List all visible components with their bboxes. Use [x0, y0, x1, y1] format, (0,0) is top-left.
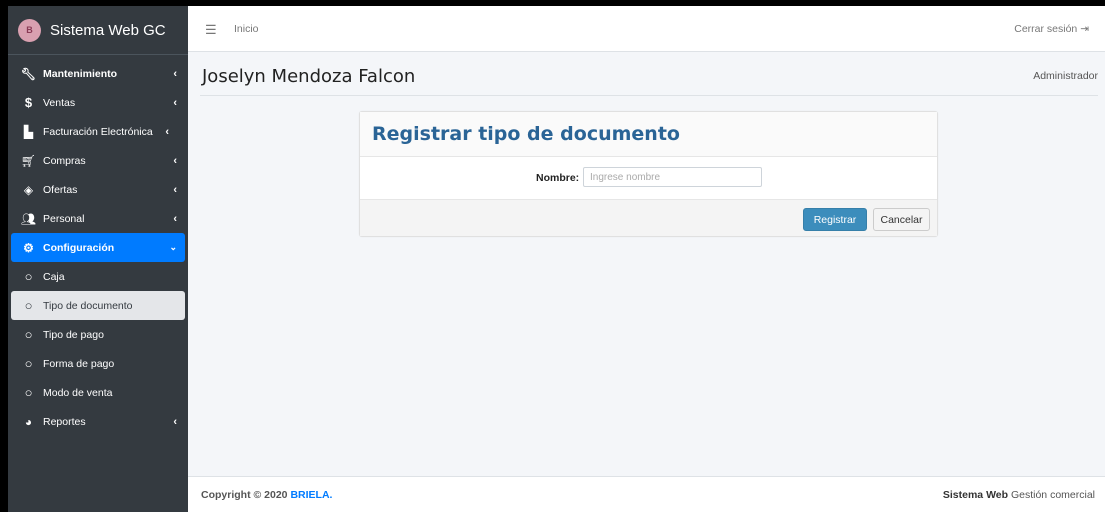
- chevron-left-icon: ‹: [165, 125, 169, 138]
- sidebar-item-compras[interactable]: 🛒︎ Compras ‹: [11, 146, 185, 175]
- screen-border-left: [0, 0, 8, 512]
- user-role: Administrador: [1033, 70, 1098, 82]
- company-link[interactable]: BRIELA.: [290, 489, 332, 501]
- wrench-icon: 🔧︎: [20, 66, 37, 81]
- card-body: Nombre:: [360, 157, 937, 199]
- sidebar-item-label: Ventas: [43, 96, 76, 109]
- sidebar-item-tipo-pago[interactable]: ○ Tipo de pago: [11, 320, 185, 349]
- register-document-type-card: Registrar tipo de documento Nombre: Regi…: [359, 111, 938, 237]
- footer-app-name: Sistema Web Gestión comercial: [943, 489, 1095, 501]
- menu-toggle-icon[interactable]: ☰: [205, 22, 217, 38]
- sidebar-item-label: Compras: [43, 154, 86, 167]
- circle-icon: ○: [24, 327, 33, 342]
- dollar-icon: $: [24, 95, 33, 110]
- name-input[interactable]: [583, 167, 762, 187]
- sidebar-item-label: Reportes: [43, 415, 86, 428]
- sidebar-item-forma-pago[interactable]: ○ Forma de pago: [11, 349, 185, 378]
- sidebar-item-label: Forma de pago: [43, 357, 115, 370]
- footer-app-bold: Sistema Web: [942, 489, 1009, 501]
- brand-name: Sistema Web GC: [50, 21, 166, 39]
- circle-icon: ○: [24, 298, 33, 313]
- brand-link[interactable]: B Sistema Web GC: [8, 6, 188, 55]
- sidebar-item-label: Mantenimiento: [43, 67, 118, 80]
- sidebar-item-label: Ofertas: [43, 183, 78, 196]
- top-navbar: ☰ Inicio Cerrar sesión ⇥: [188, 6, 1105, 52]
- user-name: Joselyn Mendoza Falcon: [202, 66, 416, 87]
- footer-app-text: Gestión comercial: [1008, 489, 1095, 501]
- chevron-left-icon: ‹: [173, 67, 177, 80]
- cart-icon: 🛒︎: [20, 153, 37, 168]
- sidebar-item-configuracion[interactable]: ⚙︎ Configuración ⌄: [11, 233, 185, 262]
- sidebar-item-ofertas[interactable]: ◈ Ofertas ‹: [11, 175, 185, 204]
- users-icon: 👥︎: [20, 211, 37, 226]
- sidebar-item-label: Tipo de documento: [43, 299, 133, 312]
- card-header: Registrar tipo de documento: [360, 112, 937, 157]
- circle-icon: ○: [24, 385, 33, 400]
- sidebar-item-modo-venta[interactable]: ○ Modo de venta: [11, 378, 185, 407]
- home-link[interactable]: Inicio: [234, 23, 259, 35]
- sidebar-item-mantenimiento[interactable]: 🔧︎ Mantenimiento ‹: [11, 59, 185, 88]
- tags-icon: ◈: [23, 182, 34, 197]
- sidebar-item-label: Tipo de pago: [43, 328, 104, 341]
- sidebar-item-personal[interactable]: 👥︎ Personal ‹: [11, 204, 185, 233]
- sidebar-item-tipo-documento[interactable]: ○ Tipo de documento: [11, 291, 185, 320]
- sidebar: B Sistema Web GC 🔧︎ Mantenimiento ‹ $ Ve…: [8, 6, 188, 512]
- sidebar-nav: 🔧︎ Mantenimiento ‹ $ Ventas ‹ ▙ Facturac…: [8, 55, 188, 436]
- cancel-button[interactable]: Cancelar: [873, 208, 930, 231]
- sidebar-item-caja[interactable]: ○ Caja: [11, 262, 185, 291]
- circle-icon: ○: [24, 356, 33, 371]
- sidebar-item-label: Personal: [43, 212, 85, 225]
- content-header: Joselyn Mendoza Falcon Administrador: [200, 62, 1098, 96]
- register-button[interactable]: Registrar: [803, 208, 867, 231]
- chevron-left-icon: ‹: [173, 154, 177, 167]
- copyright: Copyright © 2020 BRIELA.: [201, 489, 332, 501]
- page-footer: Copyright © 2020 BRIELA. Sistema Web Ges…: [188, 476, 1105, 512]
- logout-label: Cerrar sesión: [1014, 23, 1078, 35]
- sidebar-item-label: Facturación Electrónica: [43, 125, 153, 138]
- sidebar-item-label: Configuración: [43, 241, 115, 254]
- sidebar-item-facturacion[interactable]: ▙ Facturación Electrónica ‹: [11, 117, 185, 146]
- chevron-left-icon: ‹: [173, 212, 177, 225]
- sign-out-icon: ⇥: [1080, 23, 1089, 35]
- card-footer: Registrar Cancelar: [360, 199, 937, 236]
- chevron-left-icon: ‹: [173, 415, 177, 428]
- chevron-down-icon: ⌄: [169, 242, 177, 252]
- sidebar-item-ventas[interactable]: $ Ventas ‹: [11, 88, 185, 117]
- sidebar-item-label: Modo de venta: [43, 386, 113, 399]
- sidebar-item-reportes[interactable]: ◕ Reportes ‹: [11, 407, 185, 436]
- brand-logo: B: [18, 18, 41, 42]
- chevron-left-icon: ‹: [173, 96, 177, 109]
- name-label: Nombre:: [536, 172, 580, 184]
- copyright-text: Copyright © 2020: [201, 489, 291, 501]
- logout-link[interactable]: Cerrar sesión ⇥: [1014, 23, 1089, 35]
- pie-chart-icon: ◕: [24, 414, 33, 429]
- chevron-left-icon: ‹: [173, 183, 177, 196]
- card-title: Registrar tipo de documento: [372, 123, 680, 145]
- gear-icon: ⚙︎: [23, 240, 34, 255]
- sidebar-item-label: Caja: [43, 270, 65, 283]
- circle-icon: ○: [24, 269, 33, 284]
- building-icon: ▙: [23, 124, 34, 139]
